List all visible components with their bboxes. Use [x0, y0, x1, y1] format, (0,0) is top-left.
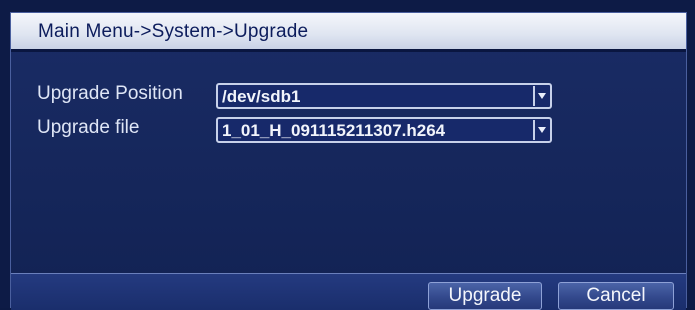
upgrade-file-value: 1_01_H_091115211307.h264 — [222, 121, 446, 140]
screen: Main Menu->System->Upgrade Upgrade Posit… — [0, 0, 695, 310]
dialog-title: Main Menu->System->Upgrade — [38, 21, 309, 42]
upgrade-position-value: /dev/sdb1 — [222, 87, 301, 106]
cancel-button[interactable]: Cancel — [558, 282, 674, 310]
title-separator — [11, 49, 686, 52]
upgrade-position-select[interactable]: /dev/sdb1 — [216, 83, 552, 109]
dialog-footer: Upgrade Cancel — [11, 273, 686, 310]
upgrade-position-label: Upgrade Position — [37, 83, 183, 104]
upgrade-file-label: Upgrade file — [37, 117, 140, 138]
upgrade-dialog: Main Menu->System->Upgrade Upgrade Posit… — [10, 12, 687, 310]
chevron-down-icon[interactable] — [533, 86, 549, 106]
chevron-down-icon[interactable] — [533, 120, 549, 140]
upgrade-file-select[interactable]: 1_01_H_091115211307.h264 — [216, 117, 552, 143]
upgrade-button[interactable]: Upgrade — [428, 282, 542, 310]
title-bar: Main Menu->System->Upgrade — [11, 13, 686, 50]
